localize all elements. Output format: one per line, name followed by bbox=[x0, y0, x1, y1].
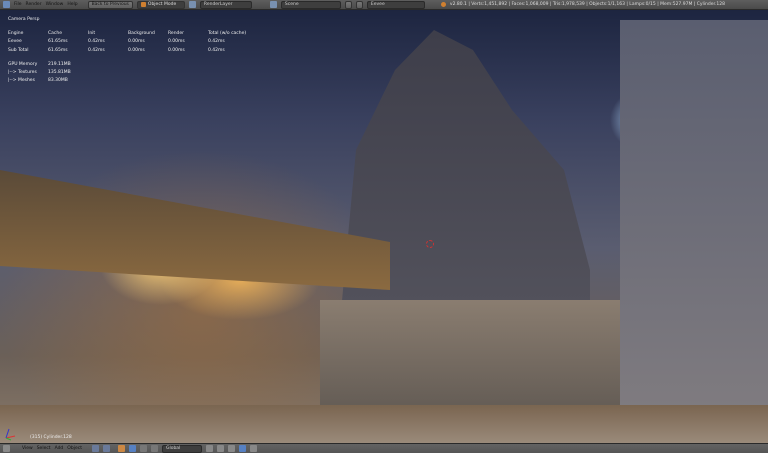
info-header: File Render Window Help Back to Previous… bbox=[0, 0, 768, 10]
object-mode-icon bbox=[140, 2, 146, 7]
cell: 61.65ms bbox=[48, 47, 68, 53]
back-to-previous-button[interactable]: Back to Previous bbox=[87, 0, 133, 9]
snap-icon[interactable] bbox=[227, 445, 235, 452]
axis-gizmo-icon bbox=[5, 428, 16, 441]
memory-row: |--> Textures 135.81MB bbox=[8, 69, 268, 77]
transform-orientation-select[interactable]: Global bbox=[161, 444, 202, 453]
balcony-walkway bbox=[0, 170, 390, 290]
ground bbox=[0, 405, 768, 443]
manipulator-icon[interactable] bbox=[117, 445, 125, 452]
translate-icon[interactable] bbox=[128, 445, 136, 452]
stats-row: Sub Total 61.65ms 0.42ms 0.00ms 0.00ms 0.42ms bbox=[8, 47, 268, 55]
mode-select[interactable]: Object Mode bbox=[136, 0, 185, 9]
cell: 0.42ms bbox=[88, 39, 105, 45]
memory-value: 83.30MB bbox=[48, 78, 68, 84]
blender-logo-icon bbox=[440, 2, 446, 7]
view-name: Camera Persp bbox=[8, 17, 40, 22]
viewport-header: View Select Add Object Global bbox=[0, 443, 768, 453]
cell: 0.00ms bbox=[168, 47, 185, 53]
3d-viewport[interactable]: Camera Persp Engine Cache Init Backgroun… bbox=[0, 10, 768, 443]
scene-field[interactable]: Scene bbox=[280, 0, 341, 9]
cell: 0.42ms bbox=[88, 47, 105, 53]
layers-icon[interactable] bbox=[205, 445, 213, 452]
menu-file[interactable]: File bbox=[14, 2, 22, 7]
menu-render[interactable]: Render bbox=[26, 2, 42, 7]
header-render: Render bbox=[168, 31, 185, 37]
cell: Sub Total bbox=[8, 47, 29, 53]
cell: 0.00ms bbox=[128, 47, 145, 53]
rotate-icon[interactable] bbox=[139, 445, 147, 452]
render-layer-icon bbox=[188, 1, 196, 8]
snap-target-icon[interactable] bbox=[238, 445, 246, 452]
header-init: Init bbox=[88, 31, 96, 37]
menu-select[interactable]: Select bbox=[37, 446, 51, 451]
stats-header-row: Engine Cache Init Background Render Tota… bbox=[8, 30, 268, 38]
clock-tower bbox=[620, 20, 768, 420]
render-stats-overlay: Camera Persp Engine Cache Init Backgroun… bbox=[8, 16, 268, 85]
menu-window[interactable]: Window bbox=[46, 2, 64, 7]
menu-object[interactable]: Object bbox=[67, 446, 82, 451]
scene-icon bbox=[269, 1, 277, 8]
memory-label: |--> Textures bbox=[8, 70, 37, 76]
header-engine: Engine bbox=[8, 31, 24, 37]
render-preview-icon[interactable] bbox=[249, 445, 257, 452]
active-object-label: (315) Cylinder.128 bbox=[30, 435, 72, 440]
memory-label: GPU Memory bbox=[8, 61, 38, 67]
render-engine-select[interactable]: Eevee bbox=[366, 0, 425, 9]
cell: 0.00ms bbox=[128, 39, 145, 45]
add-scene-icon[interactable] bbox=[344, 0, 352, 9]
pivot-icon[interactable] bbox=[102, 445, 110, 452]
cell: 0.42ms bbox=[208, 47, 225, 53]
stats-row: Eevee 61.65ms 0.42ms 0.00ms 0.00ms 0.42ms bbox=[8, 38, 268, 46]
memory-value: 135.81MB bbox=[48, 70, 71, 76]
menu-add[interactable]: Add bbox=[55, 446, 64, 451]
cell: 0.42ms bbox=[208, 39, 225, 45]
memory-value: 219.11MB bbox=[48, 61, 71, 67]
proportional-edit-icon[interactable] bbox=[216, 445, 224, 452]
cell: Eevee bbox=[8, 39, 22, 45]
scene-statistics: v2.80.1 | Verts:1,451,892 | Faces:1,068,… bbox=[449, 2, 725, 7]
header-cache: Cache bbox=[48, 31, 62, 37]
3d-cursor-icon[interactable] bbox=[426, 240, 434, 248]
cell: 61.65ms bbox=[48, 39, 68, 45]
shading-icon[interactable] bbox=[91, 445, 99, 452]
editor-type-icon[interactable] bbox=[3, 445, 10, 452]
menu-view[interactable]: View bbox=[22, 446, 33, 451]
cell: 0.00ms bbox=[168, 39, 185, 45]
header-total: Total (w/o cache) bbox=[208, 31, 247, 37]
memory-label: |--> Meshes bbox=[8, 78, 35, 84]
mode-label: Object Mode bbox=[147, 2, 177, 7]
render-layer-field[interactable]: RenderLayer bbox=[199, 0, 252, 9]
memory-row: |--> Meshes 83.30MB bbox=[8, 77, 268, 85]
memory-row: GPU Memory 219.11MB bbox=[8, 61, 268, 69]
menu-help[interactable]: Help bbox=[67, 2, 77, 7]
editor-type-icon[interactable] bbox=[3, 1, 10, 8]
header-background: Background bbox=[128, 31, 155, 37]
delete-scene-icon[interactable] bbox=[355, 0, 363, 9]
scale-icon[interactable] bbox=[150, 445, 158, 452]
